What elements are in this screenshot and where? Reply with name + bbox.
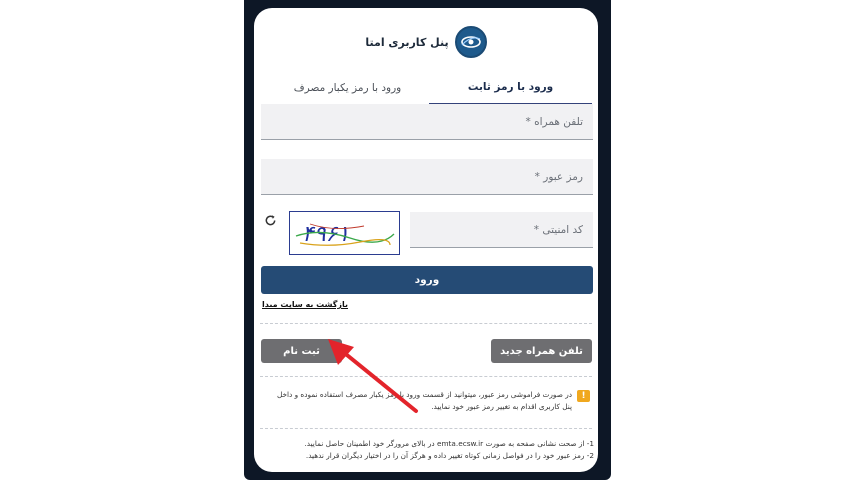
brand-title: پنل کاربری امتا [365, 35, 449, 49]
security-tips: 1- از صحت نشانی صفحه به صورت emta.ecsw.i… [264, 438, 594, 462]
divider [260, 323, 592, 324]
captcha-text: ۴۹۶۱ [302, 222, 349, 247]
tip-item: 2- رمز عبور خود را در فواصل زمانی کوتاه … [305, 451, 594, 460]
captcha-field [410, 212, 593, 248]
back-to-origin-link[interactable]: بازگشت به سایت مبدا [262, 300, 352, 316]
password-input[interactable] [271, 170, 583, 183]
new-phone-button[interactable]: تلفن همراه جدید [491, 339, 592, 363]
note-text: در صورت فراموشی رمز عبور، میتوانید از قس… [276, 390, 572, 411]
captcha-input[interactable] [420, 223, 583, 236]
forgot-password-note: ! در صورت فراموشی رمز عبور، میتوانید از … [268, 389, 590, 413]
register-button[interactable]: ثبت نام [261, 339, 342, 363]
login-tabs: ورود با رمز ثابت ورود با رمز یکبار مصرف [266, 70, 592, 106]
app-header: پنل کاربری امتا [254, 22, 598, 62]
captcha-image: ۴۹۶۱ [289, 211, 400, 255]
phone-field [261, 104, 593, 140]
refresh-icon[interactable] [262, 212, 278, 228]
divider [260, 376, 592, 377]
password-field [261, 159, 593, 195]
divider [260, 428, 592, 429]
login-button[interactable]: ورود [261, 266, 593, 294]
login-screen: پنل کاربری امتا ورود با رمز ثابت ورود با… [254, 8, 598, 472]
tab-one-time-password[interactable]: ورود با رمز یکبار مصرف [266, 70, 429, 105]
warning-icon: ! [577, 390, 590, 402]
tip-item: 1- از صحت نشانی صفحه به صورت emta.ecsw.i… [304, 439, 594, 448]
tab-static-password[interactable]: ورود با رمز ثابت [429, 70, 592, 105]
emta-logo-icon [454, 26, 487, 58]
phone-input[interactable] [271, 115, 583, 128]
